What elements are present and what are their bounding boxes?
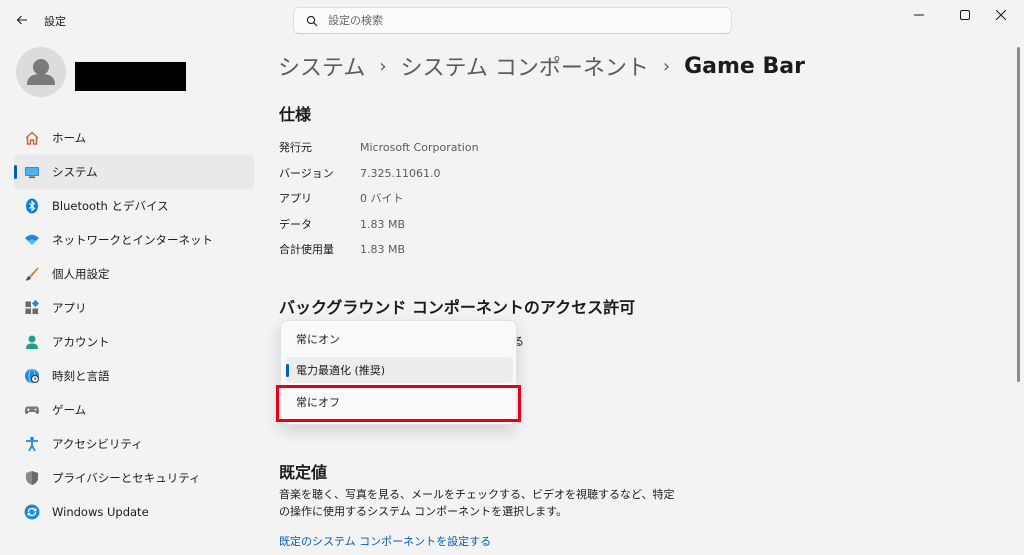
settings-window: 設定 ホーム bbox=[0, 0, 1024, 555]
sidebar-item-label: アプリ bbox=[52, 301, 87, 315]
sidebar-item-label: アカウント bbox=[52, 335, 110, 349]
system-icon bbox=[24, 164, 40, 180]
sidebar-item-label: ネットワークとインターネット bbox=[52, 233, 213, 247]
minimize-icon bbox=[914, 14, 924, 16]
sidebar-item-label: 個人用設定 bbox=[52, 267, 110, 281]
brush-icon bbox=[24, 266, 40, 282]
sidebar-item-network[interactable]: ネットワークとインターネット bbox=[14, 223, 254, 257]
search-box[interactable] bbox=[293, 7, 732, 34]
sidebar-item-accessibility[interactable]: アクセシビリティ bbox=[14, 427, 254, 461]
user-icon bbox=[27, 59, 55, 85]
avatar[interactable] bbox=[16, 47, 66, 97]
option-always-on[interactable]: 常にオン bbox=[286, 326, 513, 352]
sidebar-nav: ホーム システム Bluetooth とデバイス ネットワークとインターネット … bbox=[14, 121, 254, 529]
sidebar-item-time-language[interactable]: 時刻と言語 bbox=[14, 359, 254, 393]
sidebar-item-label: Bluetooth とデバイス bbox=[52, 199, 169, 213]
option-power-optimized[interactable]: 電力最適化 (推奨) bbox=[286, 357, 513, 383]
spec-label: データ bbox=[279, 218, 312, 231]
set-default-components-link[interactable]: 既定のシステム コンポーネントを設定する bbox=[279, 533, 491, 549]
back-arrow-icon bbox=[16, 15, 27, 25]
sidebar-item-label: 時刻と言語 bbox=[52, 369, 110, 383]
profile-name-redacted bbox=[75, 62, 186, 91]
sidebar-item-gaming[interactable]: ゲーム bbox=[14, 393, 254, 427]
update-icon bbox=[24, 504, 40, 520]
sidebar-item-label: ゲーム bbox=[52, 403, 87, 417]
sidebar-item-bluetooth[interactable]: Bluetooth とデバイス bbox=[14, 189, 254, 223]
sidebar-item-home[interactable]: ホーム bbox=[14, 121, 254, 155]
highlight-annotation bbox=[276, 385, 521, 422]
spec-row: 発行元 Microsoft Corporation bbox=[279, 137, 479, 157]
spec-value: 1.83 MB bbox=[360, 217, 406, 231]
spec-label: 合計使用量 bbox=[279, 243, 334, 256]
sidebar-item-privacy-security[interactable]: プライバシーとセキュリティ bbox=[14, 461, 254, 495]
breadcrumb: システム › システム コンポーネント › Game Bar bbox=[278, 50, 805, 82]
spec-value: 7.325.11061.0 bbox=[360, 166, 441, 180]
close-icon bbox=[996, 10, 1006, 20]
spec-row: アプリ 0 バイト bbox=[279, 188, 404, 208]
spec-row: バージョン 7.325.11061.0 bbox=[279, 163, 440, 183]
background-permission-heading: バックグラウンド コンポーネントのアクセス許可 bbox=[279, 298, 636, 317]
spec-row: データ 1.83 MB bbox=[279, 214, 405, 234]
app-title: 設定 bbox=[44, 15, 66, 28]
sidebar-item-windows-update[interactable]: Windows Update bbox=[14, 495, 254, 529]
bluetooth-icon bbox=[24, 198, 40, 214]
sidebar-item-personalization[interactable]: 個人用設定 bbox=[14, 257, 254, 291]
spec-label: 発行元 bbox=[279, 141, 312, 154]
search-input[interactable] bbox=[328, 14, 708, 27]
title-bar: 設定 bbox=[0, 0, 1024, 40]
minimize-button[interactable] bbox=[896, 0, 942, 30]
sidebar-item-system[interactable]: システム bbox=[14, 155, 254, 189]
spec-value: 1.83 MB bbox=[360, 242, 406, 256]
breadcrumb-system-components[interactable]: システム コンポーネント bbox=[401, 50, 649, 82]
defaults-heading: 既定値 bbox=[279, 463, 328, 482]
search-icon bbox=[306, 15, 318, 26]
accessibility-icon bbox=[24, 436, 40, 452]
sidebar-item-apps[interactable]: アプリ bbox=[14, 291, 254, 325]
globe-clock-icon bbox=[24, 368, 40, 384]
sidebar-item-label: Windows Update bbox=[52, 505, 149, 519]
shield-icon bbox=[24, 470, 40, 486]
page-title: Game Bar bbox=[684, 53, 805, 79]
back-button[interactable] bbox=[10, 8, 34, 32]
sidebar-item-label: システム bbox=[52, 165, 98, 179]
home-icon bbox=[24, 130, 40, 146]
spec-value: 0 バイト bbox=[360, 192, 404, 205]
breadcrumb-system[interactable]: システム bbox=[278, 50, 365, 82]
sidebar-item-label: ホーム bbox=[52, 131, 87, 145]
gamepad-icon bbox=[24, 402, 40, 418]
apps-icon bbox=[24, 300, 40, 316]
account-icon bbox=[24, 334, 40, 350]
spec-label: アプリ bbox=[279, 192, 312, 205]
wifi-icon bbox=[24, 232, 40, 248]
spec-value: Microsoft Corporation bbox=[360, 140, 479, 154]
specs-heading: 仕様 bbox=[279, 105, 312, 124]
breadcrumb-separator: › bbox=[379, 55, 387, 77]
sidebar-item-label: アクセシビリティ bbox=[52, 437, 143, 451]
close-button[interactable] bbox=[978, 0, 1024, 30]
breadcrumb-separator: › bbox=[662, 55, 671, 77]
sidebar-item-label: プライバシーとセキュリティ bbox=[52, 471, 201, 485]
maximize-icon bbox=[960, 10, 970, 20]
spec-label: バージョン bbox=[279, 167, 334, 180]
spec-row: 合計使用量 1.83 MB bbox=[279, 239, 405, 259]
sidebar-item-accounts[interactable]: アカウント bbox=[14, 325, 254, 359]
defaults-description: 音楽を聴く、写真を見る、メールをチェックする、ビデオを視聴するなど、特定の操作に… bbox=[279, 488, 675, 518]
scrollbar-thumb[interactable] bbox=[1017, 47, 1020, 382]
